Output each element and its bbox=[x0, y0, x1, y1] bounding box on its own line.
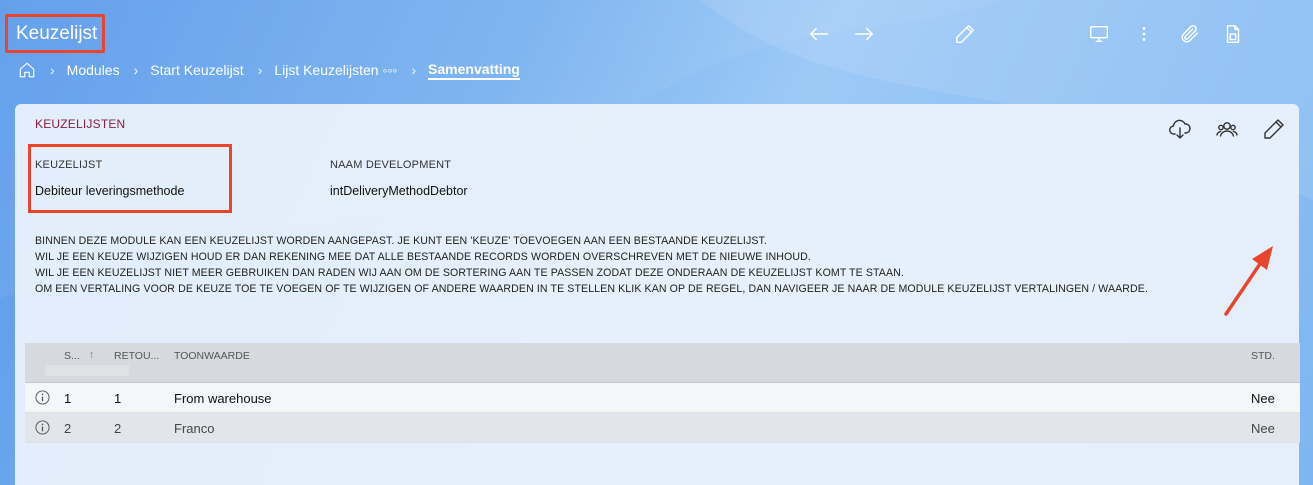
description-line: WIL JE EEN KEUZE WIJZIGEN HOUD ER DAN RE… bbox=[35, 251, 811, 263]
breadcrumb-lijst-keuzelijsten[interactable]: Lijst Keuzelijsten ◦◦◦ bbox=[274, 62, 397, 78]
breadcrumb-start-keuzelijst[interactable]: Start Keuzelijst bbox=[150, 62, 243, 78]
chevron-right-icon: › bbox=[411, 62, 417, 78]
chevron-right-icon: › bbox=[133, 62, 139, 78]
field-value-keuzelijst: Debiteur leveringsmethode bbox=[35, 184, 185, 198]
arrow-left-icon[interactable] bbox=[807, 22, 831, 46]
column-header-return[interactable]: RETOU... bbox=[114, 350, 159, 362]
users-icon[interactable] bbox=[1214, 116, 1240, 142]
cell-sort: 1 bbox=[64, 391, 72, 406]
home-icon[interactable] bbox=[18, 61, 36, 79]
cloud-download-icon[interactable] bbox=[1167, 116, 1193, 142]
chevron-right-icon: › bbox=[50, 62, 55, 78]
description-line: OM EEN VERTALING VOOR DE KEUZE TOE TE VO… bbox=[35, 283, 1149, 295]
column-header-std[interactable]: STD. bbox=[1251, 350, 1275, 362]
cell-std: Nee bbox=[1251, 421, 1275, 436]
highlight-box bbox=[28, 144, 232, 213]
column-header-sort[interactable]: S... bbox=[64, 350, 80, 362]
cell-display: Franco bbox=[174, 421, 215, 436]
description: BINNEN DEZE MODULE KAN EEN KEUZELIJST WO… bbox=[35, 233, 1275, 297]
breadcrumb-samenvatting[interactable]: Samenvatting bbox=[428, 61, 520, 80]
arrow-right-icon[interactable] bbox=[852, 22, 876, 46]
table-header: S... ↑ RETOU... TOONWAARDE STD. bbox=[25, 343, 1300, 383]
field-value-naam-development: intDeliveryMethodDebtor bbox=[330, 184, 468, 198]
description-line: WIL JE EEN KEUZELIJST NIET MEER GEBRUIKE… bbox=[35, 267, 904, 279]
edit-icon[interactable] bbox=[1261, 116, 1287, 142]
cell-std: Nee bbox=[1251, 391, 1275, 406]
more-vertical-icon[interactable] bbox=[1132, 22, 1156, 46]
document-icon[interactable] bbox=[1221, 22, 1245, 46]
table-row[interactable]: 2 2 Franco Nee bbox=[25, 413, 1300, 443]
paperclip-icon[interactable] bbox=[1178, 22, 1202, 46]
chevron-right-icon: › bbox=[257, 62, 263, 78]
breadcrumb-modules[interactable]: Modules bbox=[67, 62, 120, 78]
field-label-keuzelijst: KEUZELIJST bbox=[35, 159, 103, 171]
breadcrumb: › Modules › Start Keuzelijst › Lijst Keu… bbox=[18, 58, 520, 82]
sort-ascending-icon[interactable]: ↑ bbox=[89, 349, 94, 361]
cell-display: From warehouse bbox=[174, 391, 272, 406]
cell-sort: 2 bbox=[64, 421, 72, 436]
field-label-naam-development: NAAM DEVELOPMENT bbox=[330, 159, 452, 171]
choices-table: S... ↑ RETOU... TOONWAARDE STD. 1 1 From… bbox=[25, 343, 1300, 443]
monitor-icon[interactable] bbox=[1087, 22, 1111, 46]
filter-strip bbox=[45, 365, 129, 376]
info-icon[interactable] bbox=[35, 420, 50, 435]
pencil-icon[interactable] bbox=[953, 22, 977, 46]
info-icon[interactable] bbox=[35, 390, 50, 405]
column-header-display[interactable]: TOONWAARDE bbox=[174, 350, 250, 362]
summary-card: KEUZELIJSTEN KEUZELIJST Debiteur leverin… bbox=[15, 104, 1300, 485]
cell-return: 2 bbox=[114, 421, 122, 436]
table-row[interactable]: 1 1 From warehouse Nee bbox=[25, 383, 1300, 413]
card-title: KEUZELIJSTEN bbox=[35, 117, 126, 131]
app-title: Keuzelijst bbox=[5, 14, 105, 53]
description-line: BINNEN DEZE MODULE KAN EEN KEUZELIJST WO… bbox=[35, 235, 767, 247]
cell-return: 1 bbox=[114, 391, 122, 406]
